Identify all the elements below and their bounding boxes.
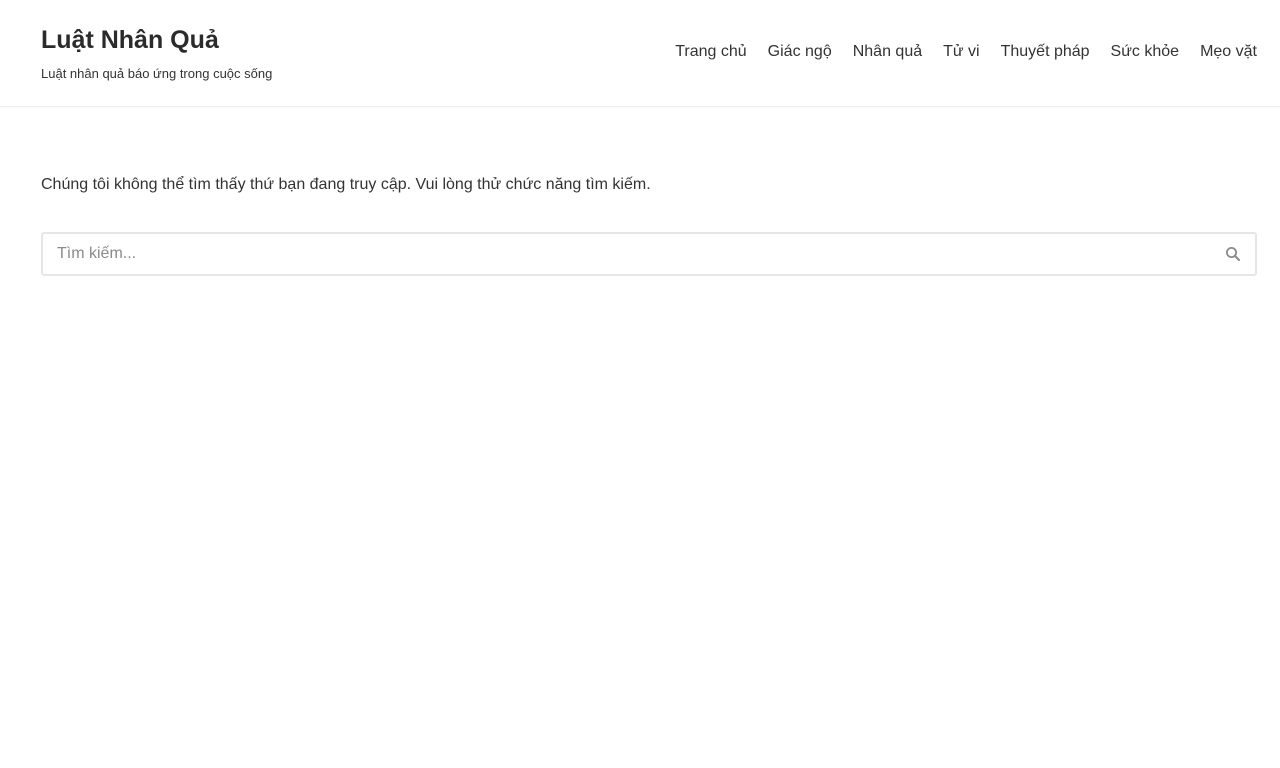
- nav-item-thuyet-phap[interactable]: Thuyết pháp: [1001, 41, 1090, 63]
- site-description: Luật nhân quả báo ứng trong cuộc sống: [41, 66, 273, 81]
- site-title-link[interactable]: Luật Nhân Quả: [41, 24, 272, 56]
- search-form: [41, 232, 1257, 276]
- nav-item-nhan-qua[interactable]: Nhân quả: [853, 41, 922, 63]
- nav-item-suc-khoe[interactable]: Sức khỏe: [1111, 41, 1180, 63]
- nav-item-meo-vat[interactable]: Mẹo vặt: [1200, 41, 1257, 63]
- not-found-message: Chúng tôi không thể tìm thấy thứ bạn đan…: [41, 176, 651, 193]
- site-branding: Luật Nhân Quả Luật nhân quả báo ứng tron…: [41, 24, 272, 81]
- nav-item-giac-ngo[interactable]: Giác ngộ: [768, 41, 832, 63]
- primary-nav: Trang chủ Giác ngộ Nhân quả Tử vi Thuyết…: [675, 41, 1257, 63]
- search-icon[interactable]: [1225, 246, 1241, 262]
- search-input[interactable]: [43, 234, 1203, 274]
- nav-item-trang-chu[interactable]: Trang chủ: [675, 41, 746, 63]
- main-content: Chúng tôi không thể tìm thấy thứ bạn đan…: [41, 174, 1257, 276]
- site-header: Luật Nhân Quả Luật nhân quả báo ứng tron…: [0, 0, 1280, 107]
- nav-item-tu-vi[interactable]: Tử vi: [943, 41, 979, 63]
